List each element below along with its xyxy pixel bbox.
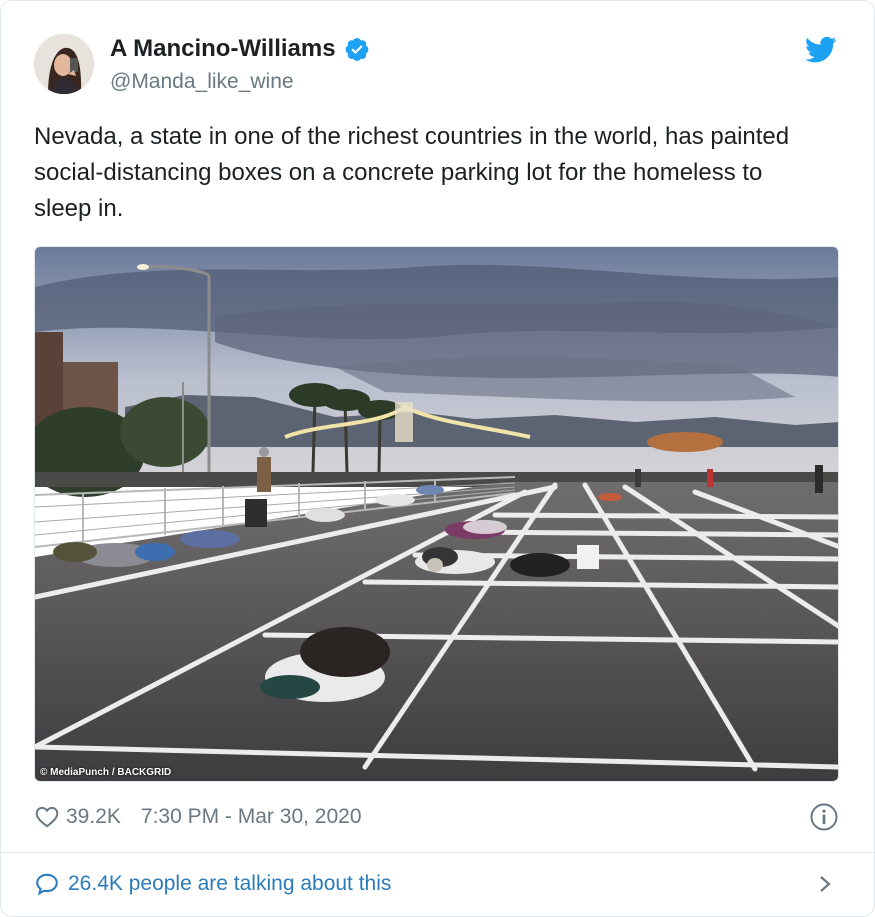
tweet-text: Nevada, a state in one of the richest co… [34,123,790,222]
like-count[interactable]: 39.2K [66,805,121,829]
info-icon[interactable] [809,802,839,832]
speech-bubble-icon [36,873,58,896]
verified-badge-icon [345,38,368,61]
tweet-card: A Mancino-Williams @Manda_like_wine Neva… [0,0,875,917]
heart-icon[interactable] [34,804,60,830]
avatar[interactable] [34,34,94,94]
tweet-meta-row: 39.2K 7:30 PM - Mar 30, 2020 [34,801,839,833]
avatar-image [34,34,94,94]
author-name-row[interactable]: A Mancino-Williams [110,35,370,63]
photo-credit: © MediaPunch / BACKGRID [40,767,172,778]
tweet-photo[interactable]: © MediaPunch / BACKGRID [34,246,839,782]
parking-lot-photo [35,247,838,781]
chevron-right-icon[interactable] [815,872,835,896]
tweet-timestamp[interactable]: 7:30 PM - Mar 30, 2020 [141,805,362,829]
twitter-bird-icon[interactable] [805,36,837,64]
talking-label[interactable]: 26.4K people are talking about this [68,872,391,896]
author-handle[interactable]: @Manda_like_wine [110,70,294,94]
conversation-link[interactable]: 26.4K people are talking about this [34,867,839,901]
divider [1,852,875,853]
display-name[interactable]: A Mancino-Williams [110,35,336,63]
